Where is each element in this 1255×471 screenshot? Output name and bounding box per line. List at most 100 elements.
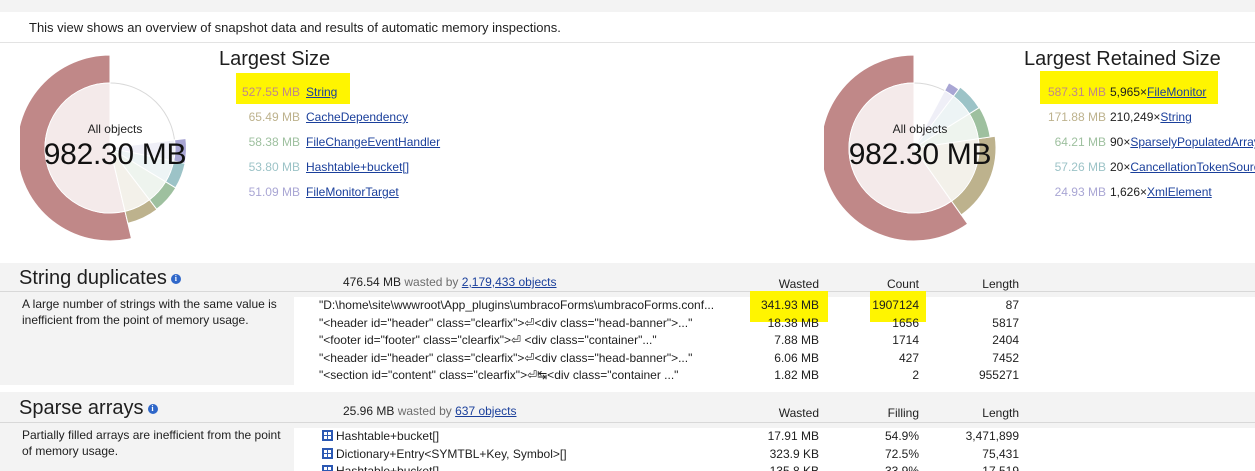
- array-type-icon: [322, 465, 333, 471]
- objects-link[interactable]: 637 objects: [455, 404, 516, 418]
- row-value: Hashtable+bucket[]: [322, 463, 439, 471]
- column-header-length[interactable]: Length: [940, 406, 1019, 420]
- row-wasted: 6.06 MB: [774, 350, 819, 365]
- row-filling: 54.9%: [884, 429, 919, 443]
- sparse-arrays-description: Partially filled arrays are inefficient …: [22, 428, 281, 458]
- legend-item: 58.38 MB FileChangeEventHandler: [236, 133, 440, 151]
- panel-divider: [0, 422, 1255, 423]
- legend-size: 57.26 MB: [1054, 160, 1106, 174]
- legend-item: 57.26 MB 20×CancellationTokenSource: [1040, 158, 1255, 176]
- legend-size: 24.93 MB: [1054, 185, 1106, 199]
- table-row[interactable]: "<footer id="footer" class="clearfix">⏎ …: [294, 332, 1255, 349]
- legend-type-link[interactable]: Hashtable+bucket[]: [306, 160, 409, 174]
- row-filling: 33.9%: [884, 464, 919, 471]
- legend-item: 527.55 MB String: [236, 83, 337, 101]
- objects-link[interactable]: 2,179,433 objects: [462, 275, 557, 289]
- legend-count: 5,965×: [1110, 85, 1148, 99]
- legend-item: 51.09 MB FileMonitorTarget: [236, 183, 399, 201]
- string-duplicates-description: A large number of strings with the same …: [22, 297, 277, 327]
- row-length: 75,431: [982, 446, 1019, 461]
- summary-wasted-by: wasted by: [397, 404, 452, 418]
- center-caption: All objects: [892, 122, 948, 136]
- row-wasted: 135.8 KB: [769, 464, 819, 471]
- column-header-length[interactable]: Length: [940, 277, 1019, 291]
- legend-size: 171.88 MB: [1047, 110, 1106, 124]
- legend-item: 171.88 MB 210,249×String: [1040, 108, 1192, 126]
- table-row[interactable]: "<header id="header" class="clearfix">⏎<…: [294, 315, 1255, 332]
- table-row[interactable]: Dictionary+Entry<SYMTBL+Key, Symbol>[] 32…: [294, 446, 1255, 463]
- legend-count: 90×: [1110, 135, 1131, 149]
- largest-size-title: Largest Size: [219, 48, 331, 70]
- column-header-wasted[interactable]: Wasted: [740, 406, 819, 420]
- row-value-text: "<section id="content" class="clearfix">…: [319, 368, 679, 382]
- table-row[interactable]: Hashtable+bucket[] 135.8 KB 33.9% 17,519: [294, 463, 1255, 471]
- table-row[interactable]: "<section id="content" class="clearfix">…: [294, 367, 1255, 384]
- column-header-count[interactable]: Count: [840, 277, 919, 291]
- row-length: 5817: [992, 315, 1019, 330]
- legend-item: 53.80 MB Hashtable+bucket[]: [236, 158, 409, 176]
- largest-retained-legend: 587.31 MB 5,965×FileMonitor 171.88 MB 210,2…: [1040, 83, 1255, 203]
- row-value-text: "<footer id="footer" class="clearfix">⏎ …: [319, 333, 657, 347]
- column-header-wasted[interactable]: Wasted: [740, 277, 819, 291]
- row-filling: 72.5%: [884, 446, 919, 461]
- center-value: 982.30 MB: [848, 138, 992, 171]
- legend-size: 58.38 MB: [248, 135, 300, 149]
- row-wasted: 18.38 MB: [767, 315, 819, 330]
- row-value: Dictionary+Entry<SYMTBL+Key, Symbol>[]: [322, 446, 567, 463]
- legend-type-link[interactable]: CancellationTokenSource: [1130, 160, 1255, 174]
- intro-divider: [0, 42, 1255, 43]
- largest-retained-title: Largest Retained Size: [1024, 48, 1221, 70]
- row-value: "<header id="header" class="clearfix">⏎<…: [319, 315, 692, 332]
- string-duplicates-table: "D:\home\site\wwwroot\App_plugins\umbrac…: [294, 291, 1255, 385]
- info-icon[interactable]: i: [147, 403, 158, 414]
- legend-item: 65.49 MB CacheDependency: [236, 108, 408, 126]
- legend-item: 587.31 MB 5,965×FileMonitor: [1040, 83, 1206, 101]
- summary-size: 476.54 MB: [343, 275, 402, 289]
- legend-type-link[interactable]: CacheDependency: [306, 110, 408, 124]
- row-value-text: "<header id="header" class="clearfix">⏎<…: [319, 350, 693, 365]
- largest-retained-center-label: All objects 982.30 MB: [845, 122, 995, 172]
- row-value: "<footer id="footer" class="clearfix">⏎ …: [319, 332, 657, 349]
- legend-type-link[interactable]: SparselyPopulatedArray: [1130, 135, 1255, 149]
- string-duplicates-summary: 476.54 MB wasted by 2,179,433 objects: [343, 275, 557, 289]
- row-value-text: "<header id="header" class="clearfix">⏎<…: [319, 315, 693, 330]
- array-type-icon: [322, 430, 333, 441]
- table-row[interactable]: Hashtable+bucket[] 17.91 MB 54.9% 3,471,899: [294, 428, 1255, 445]
- legend-type-link[interactable]: String: [1160, 110, 1191, 124]
- legend-size: 53.80 MB: [248, 160, 300, 174]
- intro-text: This view shows an overview of snapshot …: [29, 20, 561, 35]
- column-header-filling[interactable]: Filling: [840, 406, 919, 420]
- row-length: 87: [1005, 298, 1019, 312]
- row-length: 2404: [992, 333, 1019, 347]
- legend-type-link[interactable]: FileMonitorTarget: [306, 185, 399, 199]
- sparse-arrays-summary: 25.96 MB wasted by 637 objects: [343, 404, 516, 418]
- legend-type-link[interactable]: String: [306, 85, 337, 99]
- row-count: 1656: [892, 315, 919, 330]
- row-value: "<header id="header" class="clearfix">⏎<…: [319, 350, 692, 367]
- row-wasted: 341.93 MB: [760, 298, 819, 312]
- row-wasted: 17.91 MB: [767, 429, 819, 443]
- top-strip: [0, 0, 1255, 12]
- legend-size: 65.49 MB: [248, 110, 300, 124]
- row-count: 1907124: [872, 298, 919, 312]
- string-duplicates-panel: String duplicates i 476.54 MB wasted by 2…: [0, 263, 1255, 385]
- row-value-text: Hashtable+bucket[]: [336, 464, 440, 471]
- legend-type-link[interactable]: XmlElement: [1147, 185, 1212, 199]
- panel-divider: [0, 291, 1255, 292]
- legend-type-link[interactable]: FileMonitor: [1147, 85, 1206, 99]
- summary-size: 25.96 MB: [343, 404, 395, 418]
- table-row[interactable]: "<header id="header" class="clearfix">⏎<…: [294, 350, 1255, 367]
- legend-type-link[interactable]: FileChangeEventHandler: [306, 135, 440, 149]
- center-value: 982.30 MB: [43, 138, 187, 171]
- row-count: 1714: [892, 333, 919, 347]
- table-row[interactable]: "D:\home\site\wwwroot\App_plugins\umbrac…: [294, 297, 1255, 314]
- row-wasted: 7.88 MB: [774, 333, 819, 347]
- row-value: Hashtable+bucket[]: [322, 428, 439, 445]
- info-icon[interactable]: i: [170, 273, 181, 284]
- string-duplicates-title: String duplicates i: [19, 267, 181, 290]
- row-value-text: Hashtable+bucket[]: [336, 429, 440, 443]
- row-value: "D:\home\site\wwwroot\App_plugins\umbrac…: [319, 297, 714, 314]
- legend-count: 20×: [1110, 160, 1131, 174]
- legend-size: 51.09 MB: [248, 185, 300, 199]
- row-wasted: 323.9 KB: [769, 446, 819, 461]
